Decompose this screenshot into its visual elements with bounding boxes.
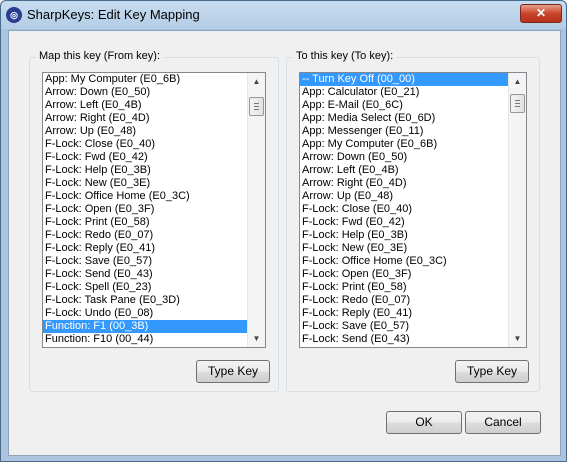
list-item[interactable]: F-Lock: Save (E0_57) <box>300 320 509 333</box>
grip-line <box>254 109 259 110</box>
list-item[interactable]: F-Lock: Undo (E0_08) <box>43 307 248 320</box>
title-bar[interactable]: ◎ SharpKeys: Edit Key Mapping ✕ <box>1 1 566 29</box>
to-key-group-label: To this key (To key): <box>293 50 397 62</box>
list-item[interactable]: F-Lock: Fwd (E0_42) <box>300 216 509 229</box>
list-item[interactable]: App: E-Mail (E0_6C) <box>300 99 509 112</box>
list-item[interactable]: F-Lock: Help (E0_3B) <box>300 229 509 242</box>
list-item[interactable]: F-Lock: Print (E0_58) <box>300 281 509 294</box>
list-item[interactable]: F-Lock: Open (E0_3F) <box>300 268 509 281</box>
scroll-down-arrow-icon[interactable]: ▼ <box>248 330 265 347</box>
list-item[interactable]: F-Lock: Fwd (E0_42) <box>43 151 248 164</box>
list-item[interactable]: F-Lock: Task Pane (E0_3D) <box>43 294 248 307</box>
list-item[interactable]: App: My Computer (E0_6B) <box>300 138 509 151</box>
from-key-listbox[interactable]: App: My Computer (E0_6B) Arrow: Down (E0_… <box>42 72 266 348</box>
list-item[interactable]: F-Lock: New (E0_3E) <box>43 177 248 190</box>
list-item[interactable]: Function: F10 (00_44) <box>43 333 248 346</box>
list-item[interactable]: Arrow: Up (E0_48) <box>43 125 248 138</box>
to-type-key-button[interactable]: Type Key <box>455 360 529 383</box>
list-item[interactable]: F-Lock: Open (E0_3F) <box>43 203 248 216</box>
list-item[interactable]: F-Lock: Spell (E0_23) <box>43 281 248 294</box>
list-item[interactable]: F-Lock: Redo (E0_07) <box>300 294 509 307</box>
from-key-list: App: My Computer (E0_6B) Arrow: Down (E0_… <box>43 73 248 346</box>
ok-button[interactable]: OK <box>386 411 462 434</box>
list-item[interactable]: F-Lock: Save (E0_57) <box>43 255 248 268</box>
sharpkeys-app-icon: ◎ <box>6 7 22 23</box>
dialog-client-area: Map this key (From key): App: My Compute… <box>8 30 561 456</box>
list-item[interactable]: Arrow: Left (E0_4B) <box>300 164 509 177</box>
list-item[interactable]: F-Lock: Office Home (E0_3C) <box>300 255 509 268</box>
scroll-up-arrow-icon[interactable]: ▲ <box>509 73 526 90</box>
list-item[interactable]: Arrow: Down (E0_50) <box>300 151 509 164</box>
from-type-key-button[interactable]: Type Key <box>196 360 270 383</box>
from-key-group: Map this key (From key): App: My Compute… <box>29 50 279 392</box>
to-key-scrollbar[interactable]: ▲ ▼ <box>508 73 526 347</box>
list-item[interactable]: F-Lock: Help (E0_3B) <box>43 164 248 177</box>
from-key-group-label: Map this key (From key): <box>36 50 164 62</box>
close-button[interactable]: ✕ <box>520 4 562 23</box>
list-item[interactable]: App: My Computer (E0_6B) <box>43 73 248 86</box>
scroll-thumb[interactable] <box>510 94 525 113</box>
list-item[interactable]: App: Messenger (E0_11) <box>300 125 509 138</box>
scroll-down-arrow-icon[interactable]: ▼ <box>509 330 526 347</box>
list-item[interactable]: F-Lock: Print (E0_58) <box>43 216 248 229</box>
cancel-button[interactable]: Cancel <box>465 411 541 434</box>
to-key-group: To this key (To key): -- Turn Key Off (0… <box>286 50 540 392</box>
list-item[interactable]: F-Lock: Redo (E0_07) <box>43 229 248 242</box>
list-item[interactable]: -- Turn Key Off (00_00) <box>300 73 509 86</box>
to-key-listbox[interactable]: -- Turn Key Off (00_00) App: Calculator (… <box>299 72 527 348</box>
list-item[interactable]: F-Lock: Send (E0_43) <box>43 268 248 281</box>
list-item[interactable]: App: Calculator (E0_21) <box>300 86 509 99</box>
grip-line <box>515 106 520 107</box>
list-item[interactable]: Arrow: Down (E0_50) <box>43 86 248 99</box>
list-item[interactable]: F-Lock: Reply (E0_41) <box>300 307 509 320</box>
edit-key-mapping-window: ◎ SharpKeys: Edit Key Mapping ✕ Map this… <box>0 0 567 462</box>
list-item[interactable]: App: Media Select (E0_6D) <box>300 112 509 125</box>
list-item[interactable]: F-Lock: Close (E0_40) <box>300 203 509 216</box>
scroll-up-arrow-icon[interactable]: ▲ <box>248 73 265 90</box>
list-item[interactable]: Arrow: Right (E0_4D) <box>300 177 509 190</box>
list-item[interactable]: F-Lock: New (E0_3E) <box>300 242 509 255</box>
scroll-thumb[interactable] <box>249 97 264 116</box>
list-item[interactable]: F-Lock: Send (E0_43) <box>300 333 509 346</box>
list-item[interactable]: F-Lock: Close (E0_40) <box>43 138 248 151</box>
list-item[interactable]: Arrow: Right (E0_4D) <box>43 112 248 125</box>
grip-line <box>254 106 259 107</box>
from-key-scrollbar[interactable]: ▲ ▼ <box>247 73 265 347</box>
list-item[interactable]: F-Lock: Office Home (E0_3C) <box>43 190 248 203</box>
list-item[interactable]: F-Lock: Reply (E0_41) <box>43 242 248 255</box>
list-item[interactable]: Arrow: Up (E0_48) <box>300 190 509 203</box>
grip-line <box>515 100 520 101</box>
grip-line <box>515 103 520 104</box>
list-item[interactable]: Arrow: Left (E0_4B) <box>43 99 248 112</box>
to-key-list: -- Turn Key Off (00_00) App: Calculator (… <box>300 73 509 346</box>
window-title: SharpKeys: Edit Key Mapping <box>27 7 200 22</box>
list-item[interactable]: Function: F1 (00_3B) <box>43 320 248 333</box>
grip-line <box>254 103 259 104</box>
